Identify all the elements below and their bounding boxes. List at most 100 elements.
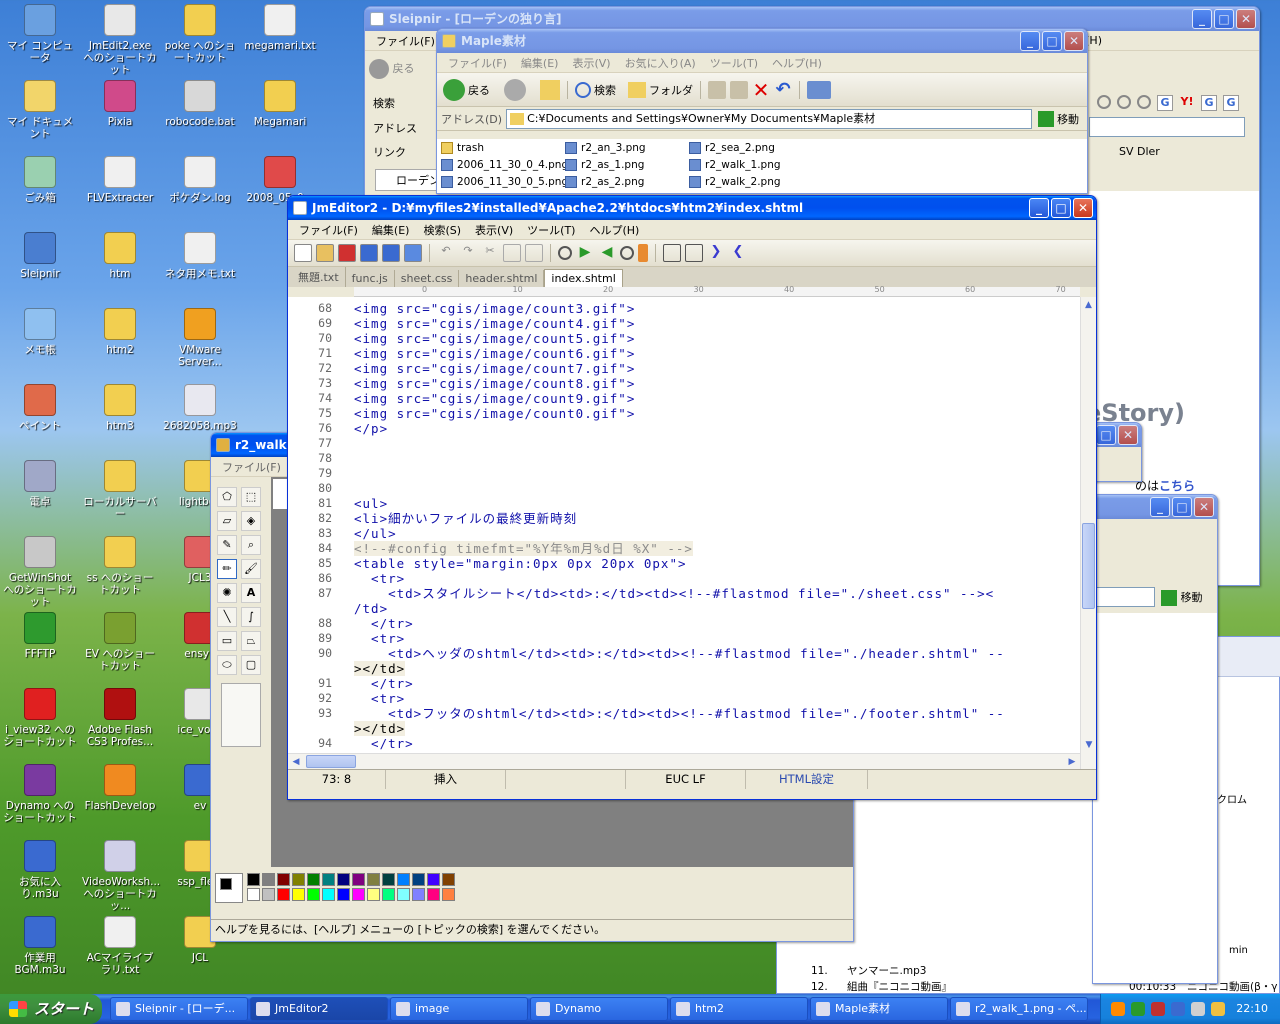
address-dropdown[interactable] [1095,587,1155,607]
sv-dler-link[interactable]: SV Dler [1101,145,1160,158]
code-line[interactable]: ></td> [288,661,1080,676]
desktop-icon[interactable]: Sleipnir [2,232,78,280]
search-icon[interactable] [1137,95,1151,109]
color-swatch[interactable] [427,888,440,901]
editor-tab[interactable]: func.js [346,270,395,287]
jump-icon[interactable] [638,244,648,262]
code-line[interactable]: 88 </tr> [288,616,1080,631]
code-line[interactable]: 93 <td>フッタのshtml</td><td>:</td><td><!--#… [288,706,1080,721]
code-line[interactable]: 83 </ul> [288,526,1080,541]
code-line[interactable]: 81 <ul> [288,496,1080,511]
file-item[interactable]: r2_as_2.png [565,175,644,189]
color-swatch[interactable] [412,888,425,901]
desktop-icon[interactable]: megamari.txt [242,4,318,52]
code-line[interactable]: 82 <li>細かいファイルの最終更新時刻 [288,511,1080,526]
close-button[interactable]: ✕ [1194,497,1214,517]
undo-icon[interactable]: ↶ [437,244,455,262]
pencil-icon[interactable]: ✏ [217,559,237,579]
code-line[interactable]: 87 <td>スタイルシート</td><td>:</td><td><!--#fl… [288,586,1080,601]
fill-icon[interactable]: ◈ [241,511,261,531]
desktop-icon[interactable]: FFFTP [2,612,78,660]
desktop-icon[interactable]: 電卓 [2,460,78,508]
color-swatch[interactable] [352,888,365,901]
file-item[interactable]: r2_an_3.png [565,141,646,155]
code-line[interactable]: /td> [288,601,1080,616]
sleipnir-tab[interactable]: ローデン [375,169,445,191]
polygon-icon[interactable]: ⏢ [241,631,261,651]
color-swatch[interactable] [322,888,335,901]
code-line[interactable]: 85 <table style="margin:0px 0px 20px 0px"… [288,556,1080,571]
scroll-down-arrow-icon[interactable]: ▼ [1081,737,1096,753]
cut-icon[interactable]: ✂ [481,244,499,262]
color-swatch[interactable] [382,873,395,886]
color-swatch[interactable] [337,888,350,901]
file-item[interactable]: 2006_11_30_0_4.png [441,158,568,172]
line-icon[interactable]: ╲ [217,607,237,627]
save-as-icon[interactable] [404,244,422,262]
close-file-icon[interactable] [338,244,356,262]
paint-menu-file[interactable]: ファイル(F) [215,459,288,475]
maple-menu-item[interactable]: 表示(V) [565,55,617,71]
next-tab-icon[interactable]: ❯ [707,244,725,262]
ellipse-icon[interactable]: ⬭ [217,655,237,675]
color-swatch[interactable] [292,888,305,901]
desktop-icon[interactable]: FlashDevelop [82,764,158,812]
desktop-icon[interactable]: VMware Server... [162,308,238,368]
taskbar-task[interactable]: r2_walk_1.png - ペ... [950,997,1088,1021]
jmeditor-menu-item[interactable]: 表示(V) [468,222,520,238]
editor-tab[interactable]: header.shtml [459,270,545,287]
file-item[interactable]: r2_as_1.png [565,158,644,172]
jmeditor-menu-item[interactable]: ヘルプ(H) [582,222,646,238]
code-line[interactable]: 70 <img src="cgis/image/count5.gif"> [288,331,1080,346]
maple-menu-item[interactable]: ヘルプ(H) [765,55,829,71]
color-swatch[interactable] [277,888,290,901]
minimize-button[interactable]: _ [1020,31,1040,51]
color-swatch[interactable] [307,888,320,901]
views-icon[interactable] [807,80,831,99]
prev-tab-icon[interactable]: ❮ [729,244,747,262]
code-line[interactable]: 84 <!--#config timefmt="%Y年%m月%d日 %X" --> [288,541,1080,556]
desktop-icon[interactable]: ペイント [2,384,78,432]
tray-icon[interactable] [1111,1002,1125,1016]
rectangle-icon[interactable]: ▭ [217,631,237,651]
open-file-icon[interactable] [316,244,334,262]
code-line[interactable]: 76 </p> [288,421,1080,436]
rounded-rect-icon[interactable]: ▢ [241,655,261,675]
color-swatch[interactable] [442,888,455,901]
vertical-scrollbar[interactable]: ▲ ▼ [1080,297,1096,769]
sleipnir-menu-file[interactable]: ファイル(F) [369,33,442,49]
color-swatch[interactable] [322,873,335,886]
minimize-button[interactable]: _ [1029,198,1049,218]
color-swatch[interactable] [352,873,365,886]
file-item[interactable]: r2_walk_2.png [689,175,781,189]
editor-area[interactable]: 68 <img src="cgis/image/count3.gif"> 69 <im… [288,297,1096,769]
color-swatch[interactable] [307,873,320,886]
jmeditor-window[interactable]: JmEditor2 - D:¥myfiles2¥installed¥Apache… [287,195,1097,800]
copy-icon[interactable] [503,244,521,262]
desktop-icon[interactable]: マイ コンピュータ [2,4,78,64]
code-line[interactable]: 91 </tr> [288,676,1080,691]
minimize-button[interactable]: _ [1192,9,1212,29]
color-swatch[interactable] [247,873,260,886]
start-button[interactable]: スタート [0,994,102,1024]
code-line[interactable]: 89 <tr> [288,631,1080,646]
copy-to-icon[interactable] [730,80,748,99]
desktop-icon[interactable]: EV へのショートカット [82,612,158,672]
google-icon[interactable]: G [1157,95,1173,111]
address-input[interactable]: C:¥Documents and Settings¥Owner¥My Docum… [506,108,1033,129]
desktop-icon[interactable]: robocode.bat [162,80,238,128]
desktop-icon[interactable]: 2682058.mp3 [162,384,238,432]
desktop-icon[interactable]: VideoWorksh... へのショートカッ... [82,840,160,912]
forward-button[interactable] [504,78,526,101]
search-button[interactable]: 検索 [575,81,616,98]
code-line[interactable]: 79 [288,466,1080,481]
search-icon[interactable] [1117,95,1131,109]
magnifier-icon[interactable]: ⌕ [241,535,261,555]
restore-button[interactable]: □ [1096,425,1116,445]
find-icon[interactable] [558,246,572,260]
color-swatch[interactable] [367,888,380,901]
desktop-icon[interactable]: マイ ドキュメント [2,80,78,140]
eraser-icon[interactable]: ▱ [217,511,237,531]
desktop-icon[interactable]: ごみ箱 [2,156,78,204]
scroll-up-arrow-icon[interactable]: ▲ [1081,297,1096,313]
